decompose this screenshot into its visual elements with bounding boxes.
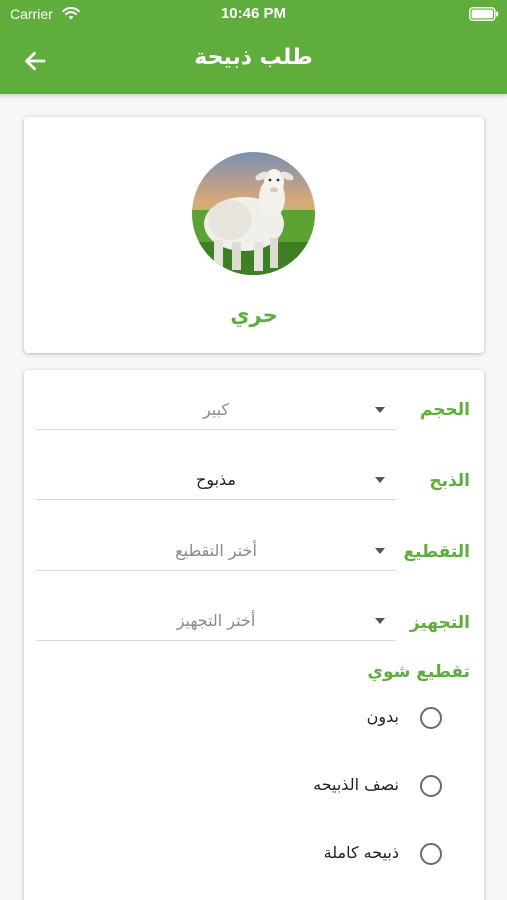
slaughter-dropdown[interactable]: مذبوح bbox=[36, 460, 396, 500]
slaughter-value: مذبوح bbox=[195, 470, 236, 489]
top-bar: Carrier 10:46 PM طلب ذبيحة bbox=[0, 0, 507, 94]
preparation-label: التجهيز bbox=[409, 613, 470, 633]
status-bar: Carrier 10:46 PM bbox=[0, 0, 507, 28]
slaughter-label: الذبح bbox=[429, 471, 470, 491]
radio-button[interactable] bbox=[420, 775, 442, 797]
caret-down-icon bbox=[375, 618, 385, 624]
radio-option-whole[interactable]: ذبيحه كاملة bbox=[264, 836, 444, 872]
caret-down-icon bbox=[375, 548, 385, 554]
radio-label: ذبيحه كاملة bbox=[323, 843, 399, 862]
preparation-value: أختر التجهيز bbox=[176, 611, 256, 630]
radio-button[interactable] bbox=[420, 707, 442, 729]
order-form: الحجم كبير الذبح مذبوح التقطيع أختر التق… bbox=[24, 370, 484, 900]
radio-button[interactable] bbox=[420, 843, 442, 865]
status-time: 10:46 PM bbox=[220, 5, 287, 22]
cutting-label: التقطيع bbox=[403, 542, 471, 562]
size-label: الحجم bbox=[419, 400, 470, 420]
sheep-photo bbox=[192, 152, 315, 275]
product-name: حري bbox=[230, 303, 278, 327]
app-bar: طلب ذبيحة bbox=[0, 28, 507, 94]
screen: Carrier 10:46 PM طلب ذبيحة حري الحجم كبي… bbox=[0, 0, 507, 900]
size-value: كبير bbox=[202, 400, 230, 419]
preparation-dropdown[interactable]: أختر التجهيز bbox=[36, 601, 396, 641]
radio-label: نصف الذبيحه bbox=[313, 775, 399, 794]
battery-icon bbox=[469, 7, 499, 21]
cutting-dropdown[interactable]: أختر التقطيع bbox=[36, 531, 396, 571]
grill-cut-title: تقطيع شوي bbox=[367, 662, 470, 682]
cutting-value: أختر التقطيع bbox=[175, 541, 257, 560]
size-dropdown[interactable]: كبير bbox=[36, 390, 396, 430]
page-title: طلب ذبيحة bbox=[194, 45, 313, 70]
radio-option-none[interactable]: بدون bbox=[264, 700, 444, 736]
radio-option-half[interactable]: نصف الذبيحه bbox=[264, 768, 444, 804]
caret-down-icon bbox=[375, 477, 385, 483]
caret-down-icon bbox=[375, 407, 385, 413]
product-card: حري bbox=[24, 117, 484, 353]
radio-label: بدون bbox=[366, 707, 399, 726]
